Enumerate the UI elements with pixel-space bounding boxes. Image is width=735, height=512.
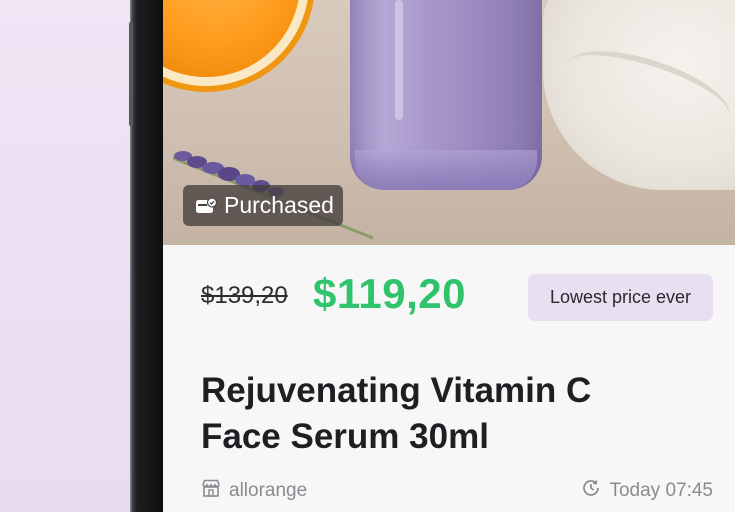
product-title-line-2: Face Serum 30ml (201, 417, 489, 456)
store-icon (201, 478, 221, 504)
product-image[interactable]: Purchased (163, 0, 735, 245)
product-title-line-1: Rejuvenating Vitamin C (201, 371, 592, 410)
posted-time: Today 07:45 (581, 478, 713, 504)
phone-frame (129, 0, 166, 512)
seller-name: allorange (229, 480, 308, 501)
product-screen: Purchased $139,20 $119,20 Lowest price e… (163, 0, 735, 512)
background-panel (0, 0, 132, 512)
phone-side-button (129, 22, 133, 126)
seller-info[interactable]: allorange (201, 478, 307, 504)
wallet-check-icon (195, 196, 217, 215)
serum-bottle-base (355, 150, 537, 190)
product-title: Rejuvenating Vitamin C Face Serum 30ml (201, 368, 701, 460)
serum-bottle-shine (395, 0, 403, 120)
clock-icon (581, 478, 601, 504)
purchased-label: Purchased (224, 192, 334, 218)
orange-slice (163, 0, 309, 86)
original-price: $139,20 (201, 282, 288, 309)
purchased-badge: Purchased (183, 185, 343, 226)
sale-price: $119,20 (313, 270, 467, 317)
lowest-price-badge: Lowest price ever (528, 274, 713, 321)
posted-time-label: Today 07:45 (609, 480, 713, 501)
